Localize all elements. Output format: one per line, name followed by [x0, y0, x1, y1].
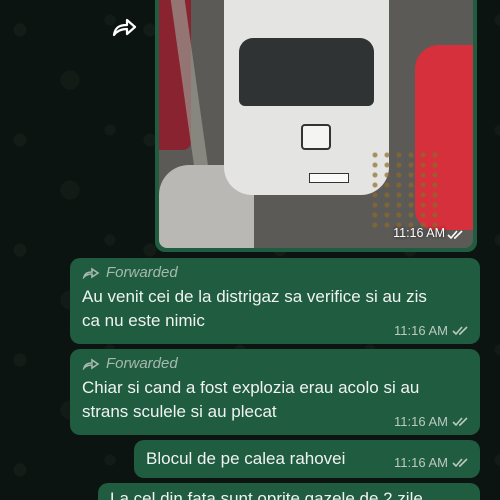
message-time: 11:16 AM — [394, 414, 448, 429]
forward-arrow-icon — [82, 358, 100, 370]
message-meta: 11:16 AM — [394, 323, 470, 338]
message-bubble[interactable]: Forwarded Chiar si cand a fost explozia … — [70, 349, 480, 435]
forwarded-label: Forwarded — [106, 264, 178, 281]
forwarded-indicator: Forwarded — [82, 264, 468, 281]
message-time: 11:16 AM — [393, 226, 445, 240]
message-text: La cel din fata sunt oprite gazele de 2 … — [110, 489, 423, 500]
forwarded-indicator: Forwarded — [82, 355, 468, 372]
car-photo[interactable]: 11:16 AM — [159, 0, 473, 248]
message-bubble[interactable]: La cel din fata sunt oprite gazele de 2 … — [98, 483, 480, 500]
van-windshield — [239, 38, 374, 106]
forward-arrow-icon — [112, 18, 137, 37]
double-check-icon — [452, 417, 468, 427]
message-bubble[interactable]: Forwarded Au venit cei de la distrigaz s… — [70, 258, 480, 344]
fallen-leaves — [369, 150, 439, 230]
license-plate — [309, 173, 349, 183]
message-meta: 11:16 AM — [394, 455, 470, 470]
forward-arrow-icon — [82, 267, 100, 279]
message-meta: 11:16 AM — [394, 414, 470, 429]
forward-button[interactable] — [108, 12, 140, 44]
message-time: 11:16 AM — [394, 455, 448, 470]
double-check-icon — [452, 326, 468, 336]
message-time: 11:16 AM — [394, 323, 448, 338]
hood-logo — [301, 124, 331, 150]
double-check-icon — [452, 458, 468, 468]
double-check-icon — [447, 230, 463, 240]
forwarded-label: Forwarded — [106, 355, 178, 372]
message-bubble[interactable]: Blocul de pe calea rahovei 11:16 AM — [134, 440, 480, 478]
image-message-bubble[interactable]: 11:16 AM — [155, 0, 477, 252]
